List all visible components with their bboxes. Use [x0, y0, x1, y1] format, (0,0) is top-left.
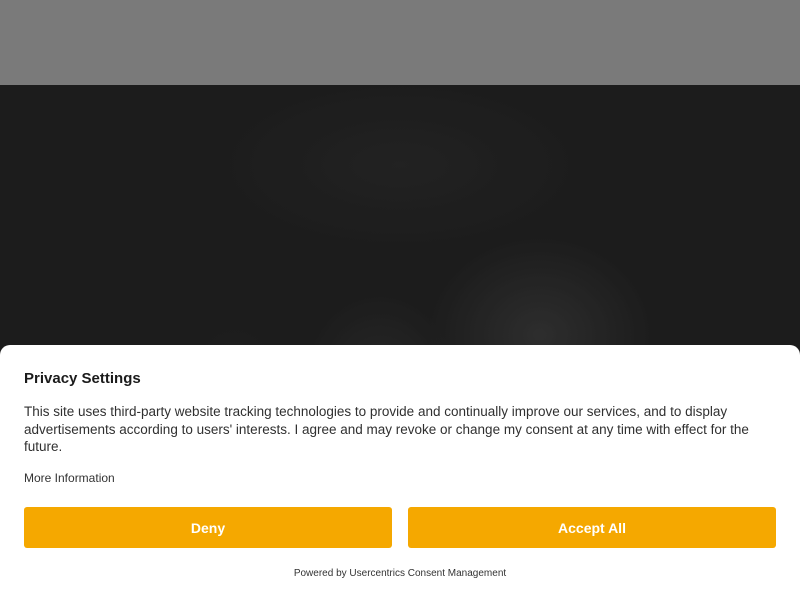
consent-description: This site uses third-party website track… [24, 404, 749, 454]
consent-button-row: Deny Accept All [24, 507, 776, 548]
site-header [0, 0, 800, 85]
accept-all-button[interactable]: Accept All [408, 507, 776, 548]
page: Privacy Settings This site uses third-pa… [0, 0, 800, 600]
more-information-link[interactable]: More Information [24, 471, 115, 485]
cookie-consent-dialog: Privacy Settings This site uses third-pa… [0, 345, 800, 600]
powered-by-text: Powered by Usercentrics Consent Manageme… [293, 568, 507, 579]
deny-button[interactable]: Deny [24, 507, 392, 548]
consent-title: Privacy Settings [24, 370, 141, 387]
